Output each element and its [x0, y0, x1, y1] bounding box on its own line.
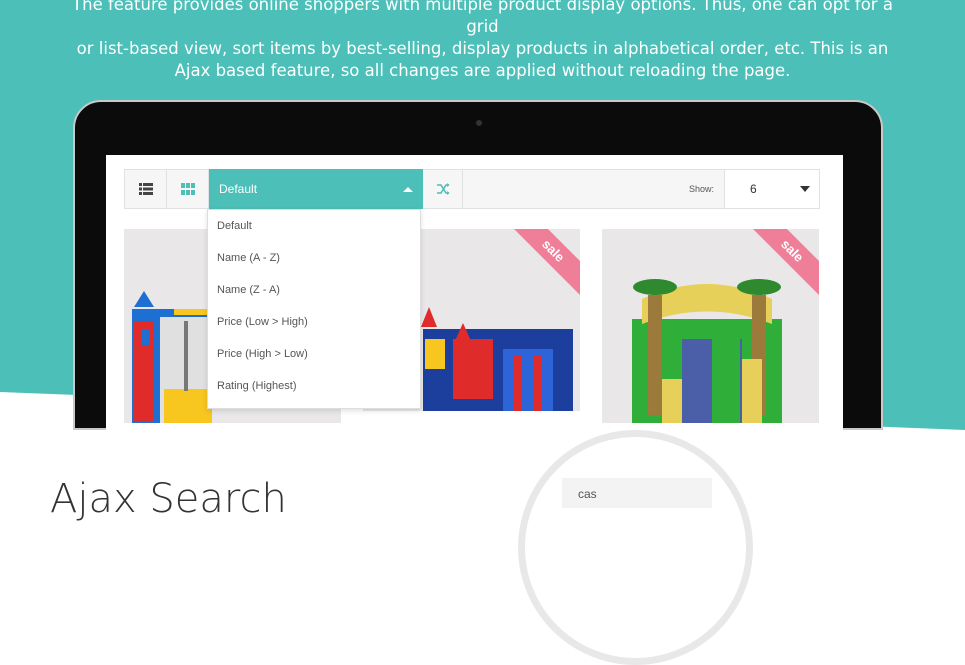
list-view-button[interactable] [125, 170, 167, 208]
show-label: Show: [689, 184, 715, 194]
description-line-3: Ajax based feature, so all changes are a… [174, 61, 791, 80]
sort-option-default[interactable]: Default [208, 210, 420, 242]
shuffle-button[interactable] [423, 170, 463, 208]
grid-view-button[interactable] [167, 170, 209, 208]
chevron-up-icon [403, 186, 413, 192]
product-toolbar: Default Show: 6 [124, 169, 820, 209]
grid-icon [180, 183, 195, 195]
search-input-preview: cas [562, 478, 712, 508]
description-line-1: The feature provides online shoppers wit… [72, 0, 893, 36]
sort-option-rating[interactable]: Rating (Highest) [208, 370, 420, 402]
sort-selected-value: Default [219, 182, 258, 196]
sort-option-name-asc[interactable]: Name (A - Z) [208, 242, 420, 274]
show-count-value: 6 [750, 182, 757, 196]
sort-option-price-asc[interactable]: Price (Low > High) [208, 306, 420, 338]
sort-select[interactable]: Default [209, 169, 423, 209]
search-illustration-circle [518, 430, 753, 665]
sort-option-name-desc[interactable]: Name (Z - A) [208, 274, 420, 306]
section-title: Ajax Search [50, 476, 287, 522]
product-card-3[interactable]: sale [602, 229, 819, 423]
sort-option-price-desc[interactable]: Price (High > Low) [208, 338, 420, 370]
list-icon [138, 183, 153, 195]
feature-description: The feature provides online shoppers wit… [60, 0, 905, 82]
shuffle-icon [436, 183, 449, 195]
webcam-icon [476, 120, 482, 126]
show-count-select[interactable]: 6 [724, 169, 820, 209]
shop-screen: Default Show: 6 sale sale Default Name (… [106, 155, 843, 430]
description-line-2: or list-based view, sort items by best-s… [76, 39, 889, 58]
chevron-down-icon [800, 186, 810, 192]
sort-dropdown-menu: Default Name (A - Z) Name (Z - A) Price … [207, 209, 421, 409]
